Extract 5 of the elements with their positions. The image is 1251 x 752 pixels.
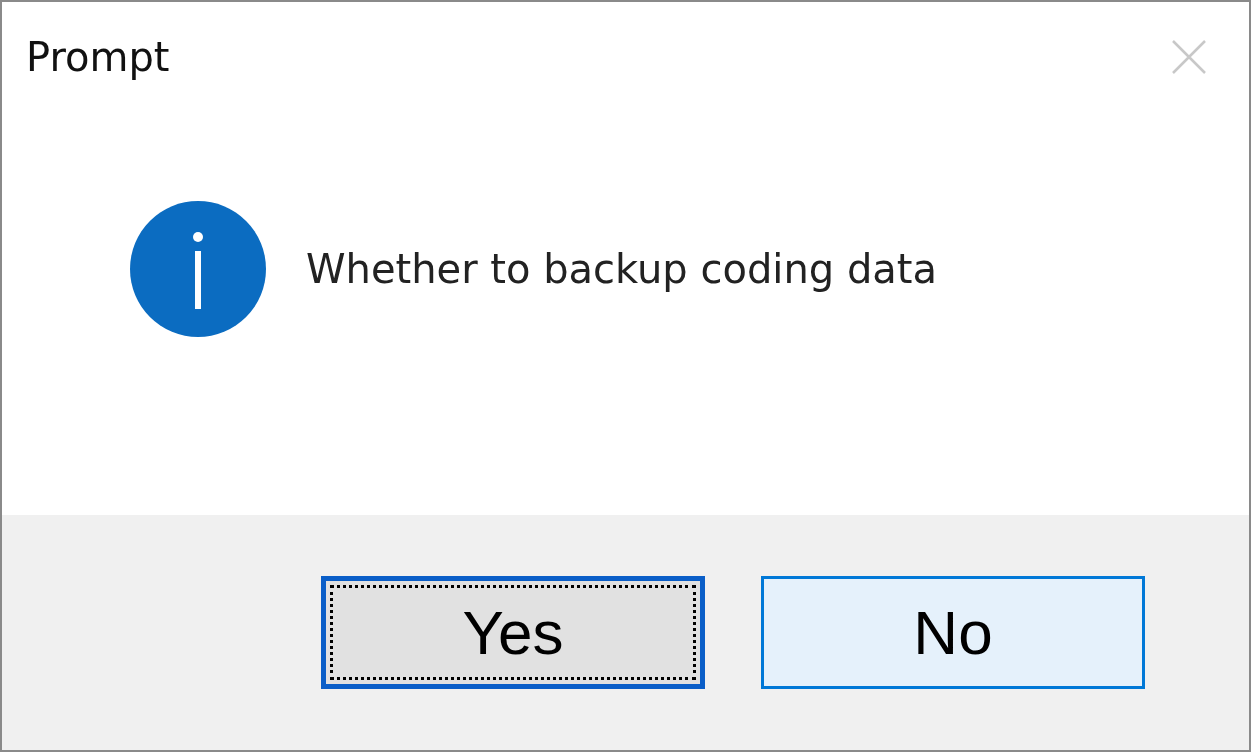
yes-button[interactable]: Yes (321, 576, 705, 689)
message-text: Whether to backup coding data (306, 245, 937, 292)
info-icon (130, 200, 266, 337)
window-title: Prompt (26, 34, 170, 80)
no-button[interactable]: No (761, 576, 1145, 689)
